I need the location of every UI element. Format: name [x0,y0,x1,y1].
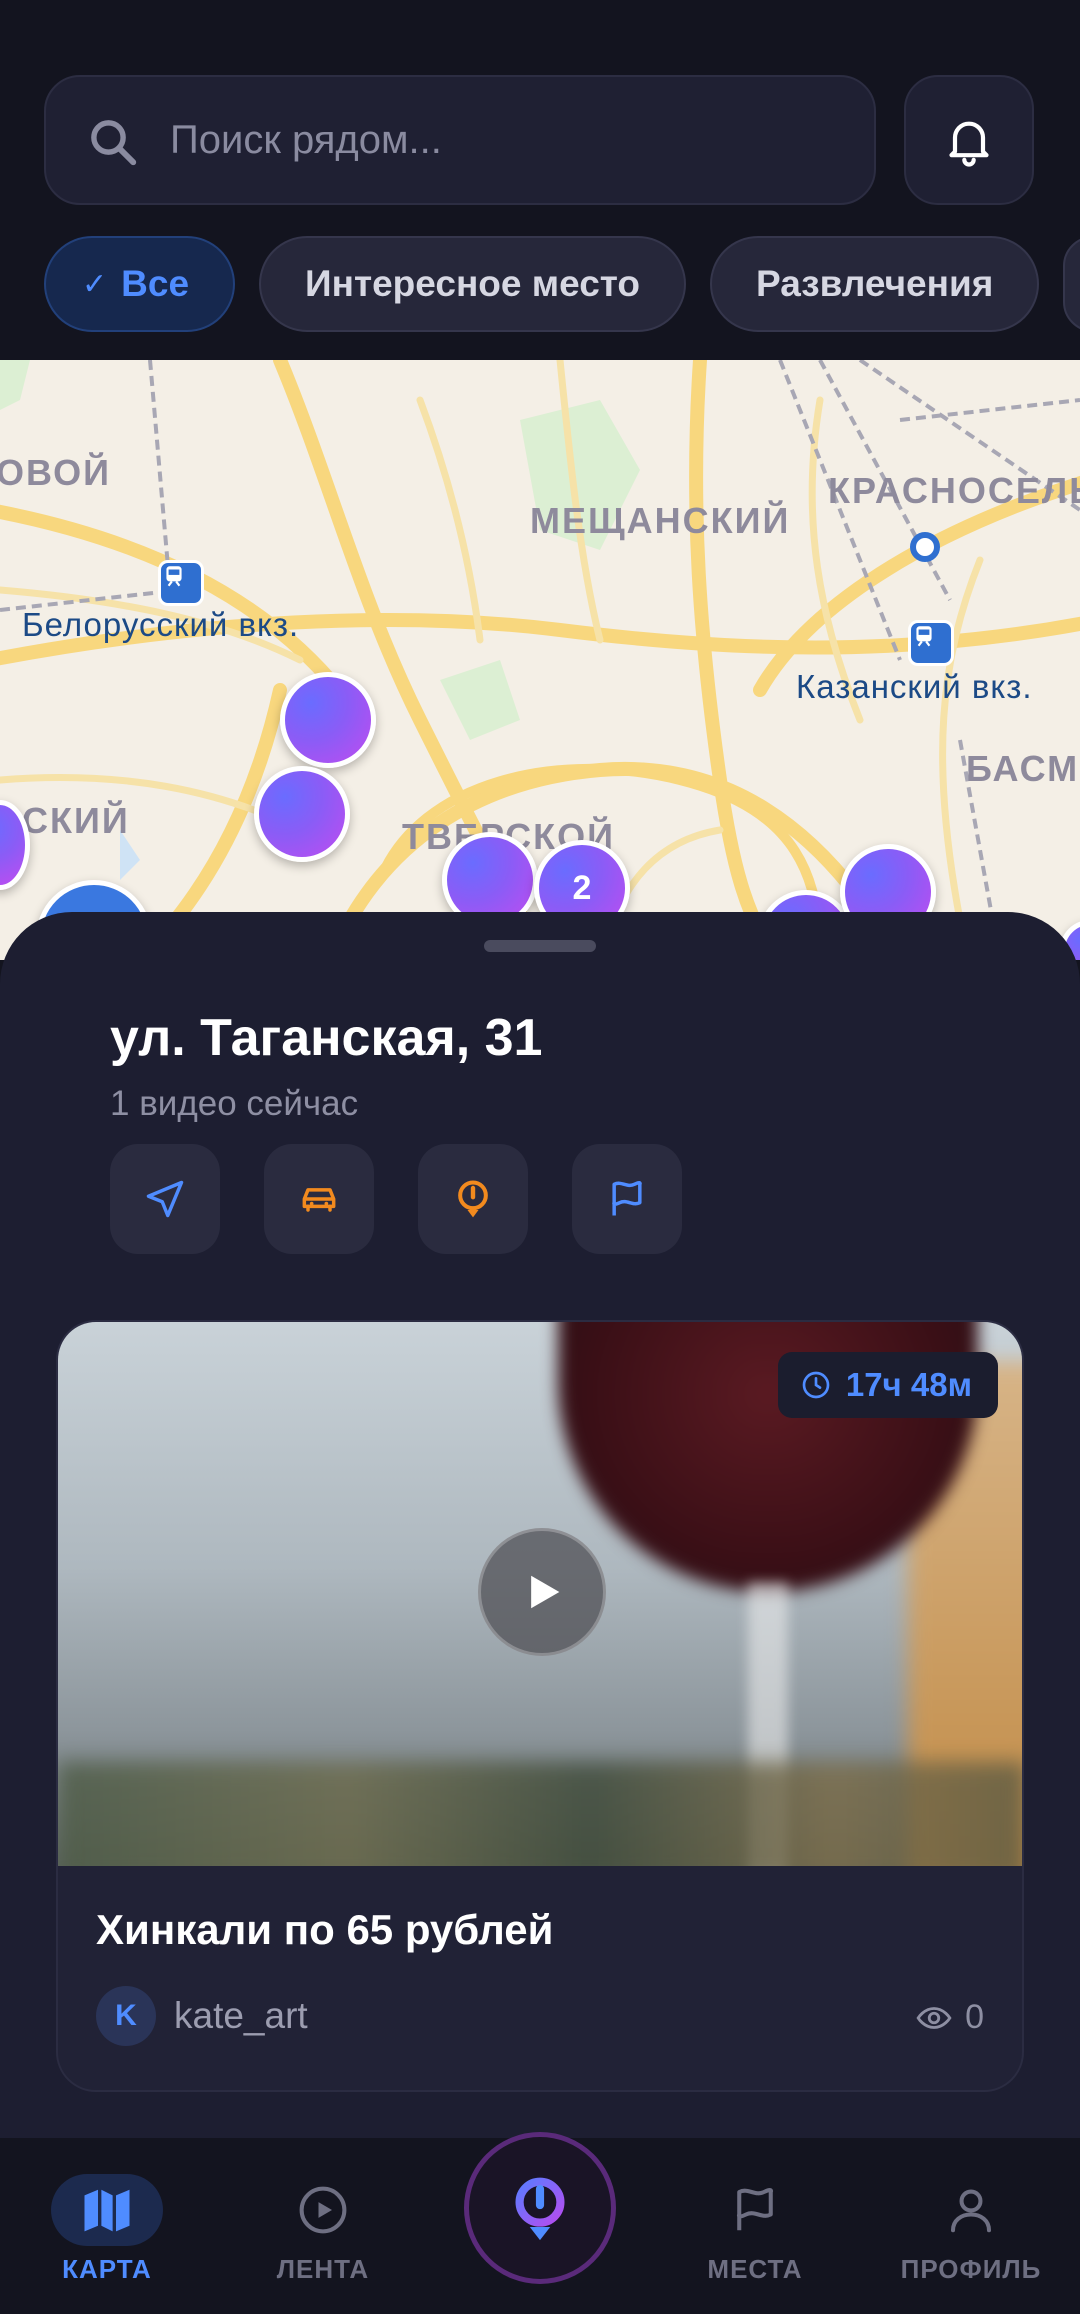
train-station-icon [158,560,204,606]
pin-icon [458,1180,488,1218]
bell-icon [949,121,989,167]
video-author[interactable]: K kate_art [96,1986,308,2046]
notifications-button[interactable] [904,75,1034,205]
video-card[interactable]: 17ч 48м Хинкали по 65 рублей K kate_art … [56,1320,1024,2092]
navigate-icon [146,1180,184,1218]
station-label: Казанский вкз. [796,668,1033,705]
search-icon [91,120,137,166]
nav-item-map[interactable]: КАРТА [27,2174,187,2285]
filter-chip-interesting-place[interactable]: Интересное место [259,236,687,332]
record-here-button[interactable] [418,1144,528,1254]
current-location-dot [910,532,940,562]
place-video-count: 1 видео сейчас [110,1084,359,1123]
filter-chip-entertainment[interactable]: Развлечения [710,236,1040,332]
nav-label: ЛЕНТА [276,2254,370,2284]
cluster-count: 2 [572,868,592,907]
record-button[interactable] [464,2132,616,2284]
video-thumbnail[interactable]: 17ч 48м [58,1322,1022,1866]
video-title: Хинкали по 65 рублей [96,1906,554,1953]
filter-chip-label: Все [121,263,190,304]
station-label: Белорусский вкз. [22,606,300,643]
clock-icon [802,1371,830,1399]
filter-chips: ✓ Все Интересное место Развлечения [44,236,1080,332]
top-bar: ✓ Все Интересное место Развлечения [0,0,1080,360]
nav-label: КАРТА [62,2254,152,2284]
author-name: kate_art [174,1995,308,2036]
map-district-label: КРАСНОСЕЛЬ [828,470,1080,511]
drive-button[interactable] [264,1144,374,1254]
place-actions [110,1144,682,1254]
sheet-drag-handle[interactable] [484,940,596,952]
video-marker[interactable] [254,766,350,862]
play-icon [531,1575,560,1609]
navigate-button[interactable] [110,1144,220,1254]
flag-icon [612,1180,642,1216]
view-count-value: 0 [965,1998,984,2036]
search-bar[interactable] [44,75,876,205]
search-input[interactable] [170,77,850,203]
map-view[interactable]: ОВОЙ МЕЩАНСКИЙ КРАСНОСЕЛЬ БАСМА СКИЙ ТВЕ… [0,360,1080,960]
time-left-badge: 17ч 48м [777,1352,998,1418]
bottom-navigation: КАРТА ЛЕНТА МЕСТА ПРОФИЛЬ [0,2132,1080,2314]
nav-item-profile[interactable]: ПРОФИЛЬ [891,2174,1051,2285]
filter-chip-label: Интересное место [305,263,641,304]
time-left-text: 17ч 48м [845,1366,972,1403]
play-circle-icon [267,2174,379,2246]
map-district-label: СКИЙ [22,800,130,841]
filter-chip-label: Развлечения [756,263,994,304]
view-count: 0 [915,1998,984,2037]
check-icon: ✓ [82,267,108,301]
thumbnail-blur-shape [58,1762,1022,1866]
filter-chip-more[interactable] [1063,236,1080,332]
nav-item-feed[interactable]: ЛЕНТА [243,2174,403,2285]
car-icon [302,1188,336,1212]
filter-chip-all[interactable]: ✓ Все [44,236,236,332]
flag-place-button[interactable] [572,1144,682,1254]
nav-label: ПРОФИЛЬ [900,2254,1042,2284]
train-station-icon [908,620,954,666]
map-icon [51,2174,163,2246]
nav-label: МЕСТА [707,2254,803,2284]
video-marker[interactable] [280,672,376,768]
map-district-label: ОВОЙ [0,452,111,493]
place-bottom-sheet: ул. Таганская, 31 1 видео сейчас 17ч 48м… [0,912,1080,2138]
place-title: ул. Таганская, 31 [110,1009,543,1067]
eye-icon [916,2006,952,2029]
record-pin-icon [515,2177,565,2241]
nav-item-places[interactable]: МЕСТА [675,2174,835,2285]
avatar: K [96,1986,156,2046]
flag-icon [699,2174,811,2246]
play-button[interactable] [478,1528,606,1656]
map-district-label: БАСМА [966,748,1080,789]
map-district-label: МЕЩАНСКИЙ [530,500,791,541]
user-icon [915,2174,1027,2246]
